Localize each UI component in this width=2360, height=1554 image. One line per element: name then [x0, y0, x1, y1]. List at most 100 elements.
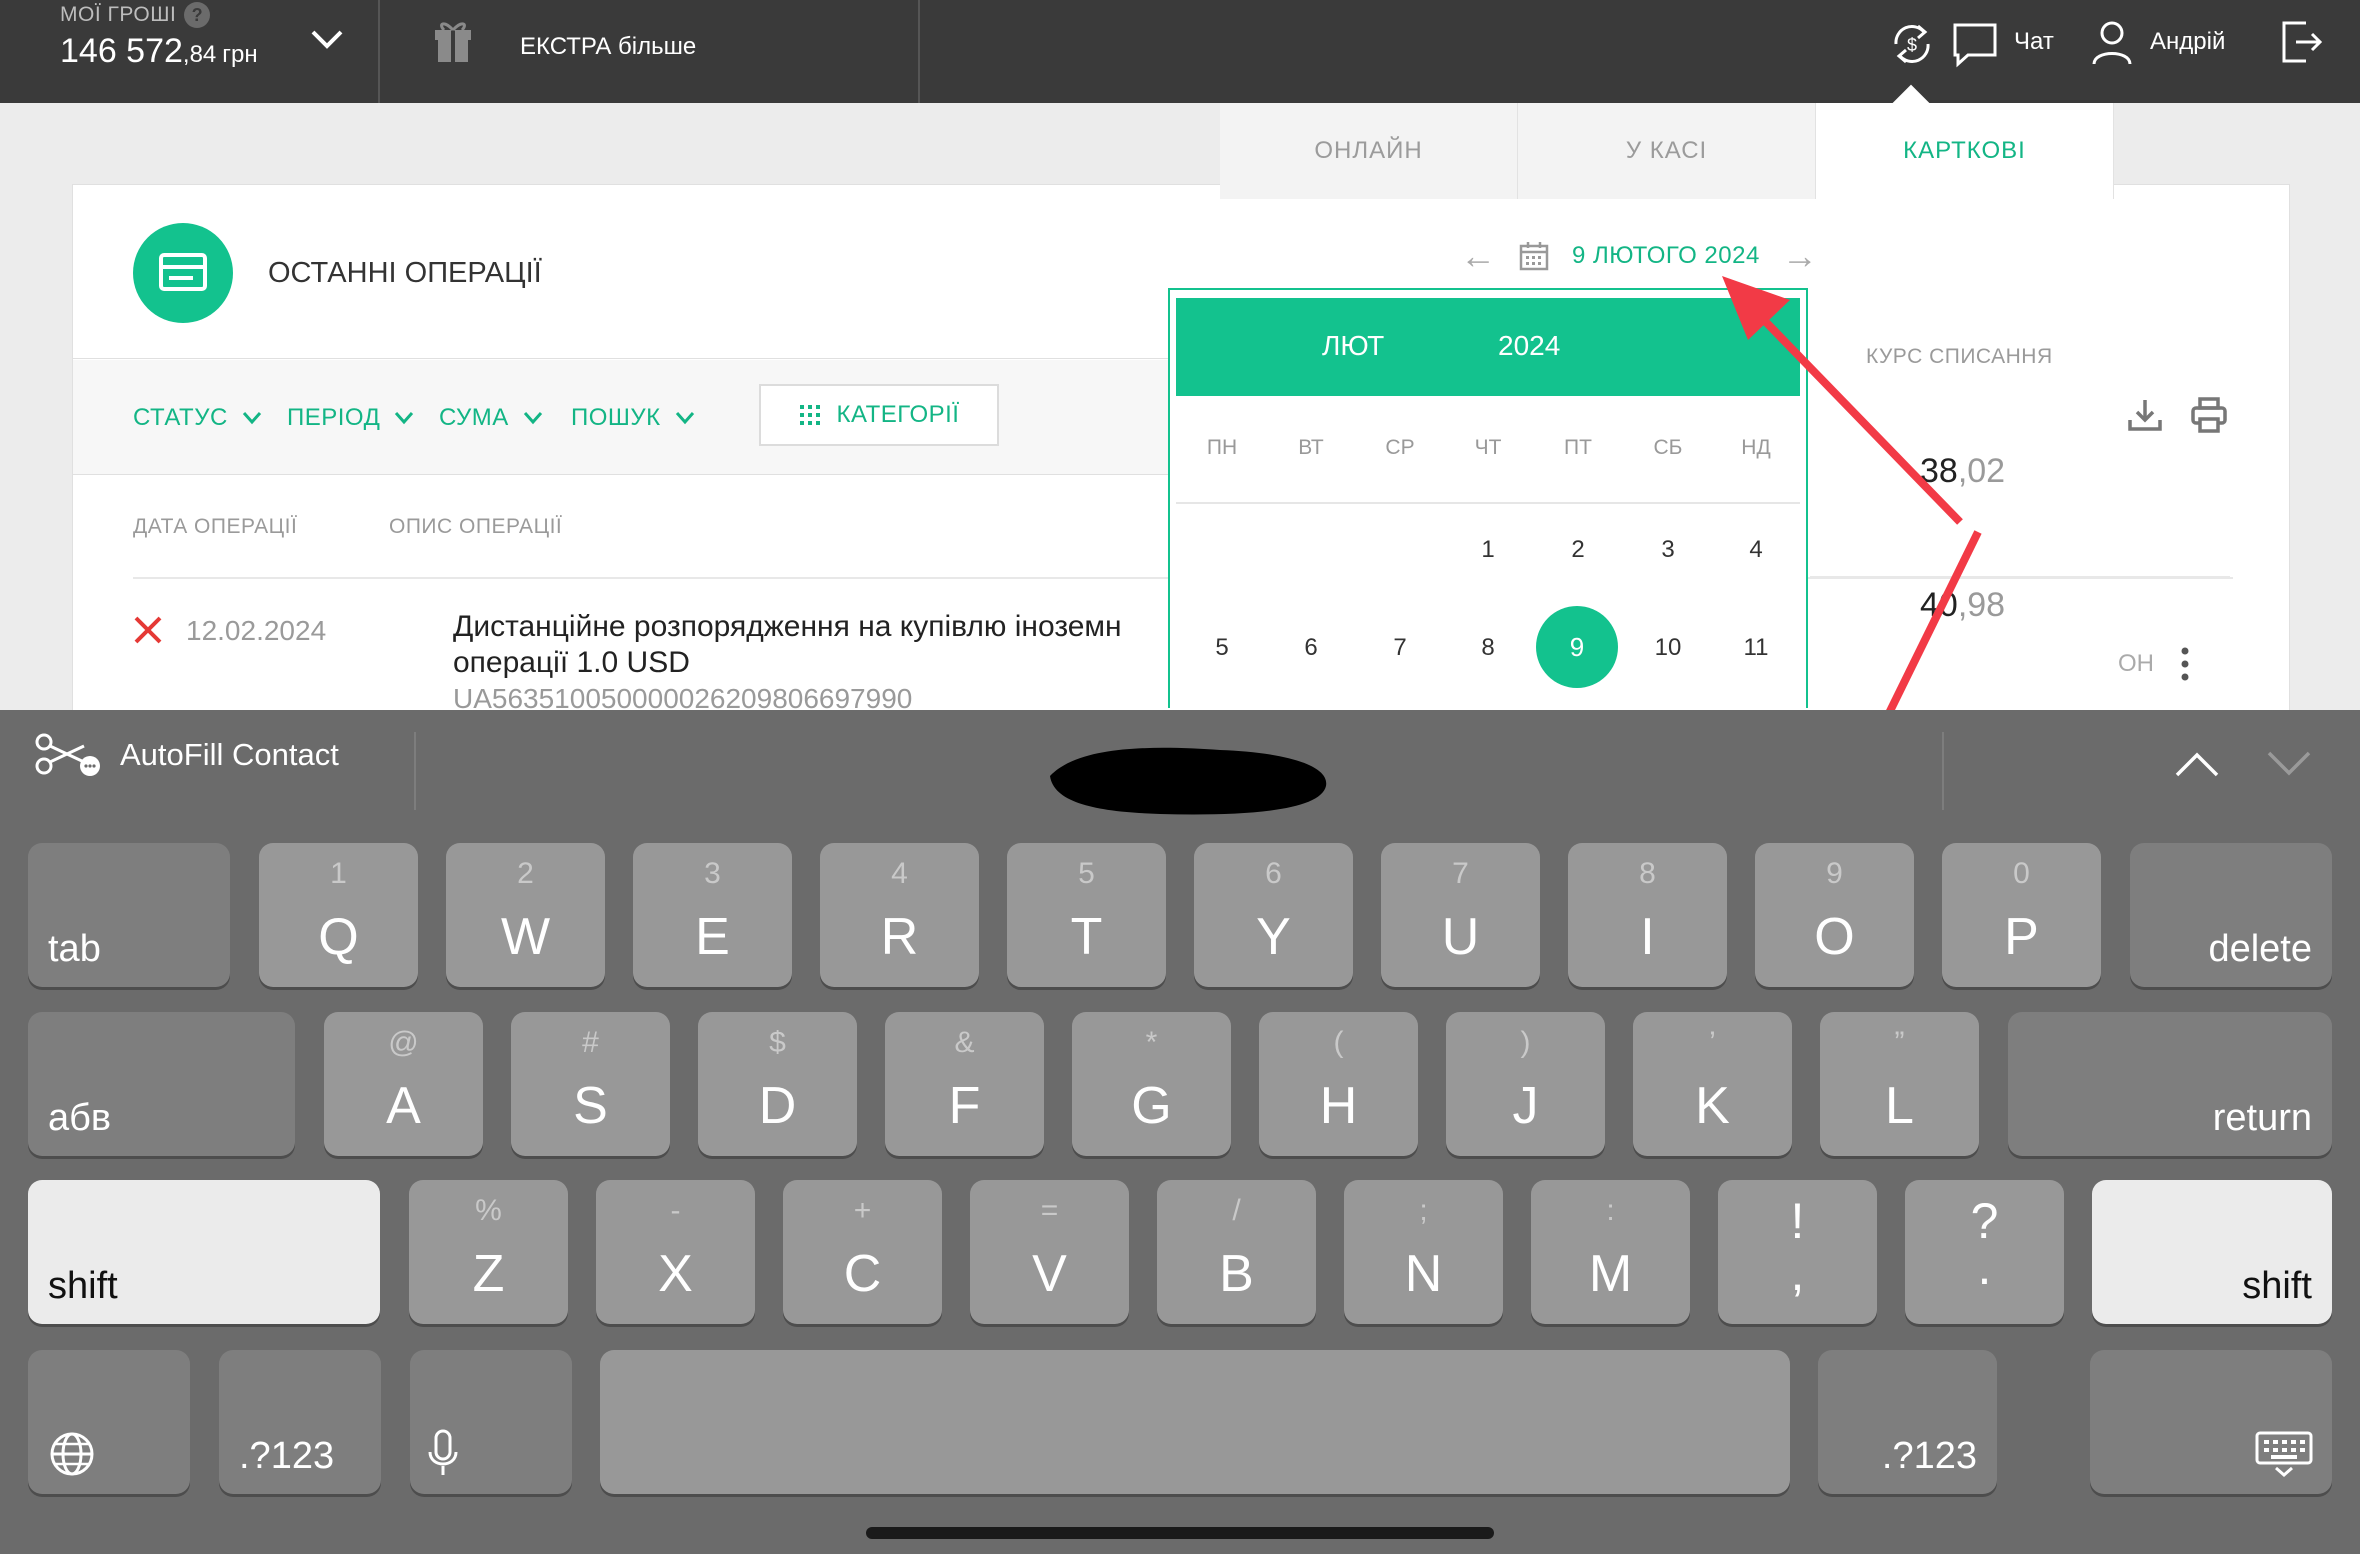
chevron-up-icon[interactable]: [2174, 750, 2220, 778]
year-selector[interactable]: 2024: [1498, 330, 1560, 362]
chat-label[interactable]: Чат: [2014, 28, 2054, 56]
tab-online[interactable]: ОНЛАЙН: [1220, 103, 1518, 199]
calendar-day[interactable]: 5: [1192, 634, 1252, 662]
next-date-button[interactable]: →: [1782, 235, 1818, 277]
filter-period[interactable]: ПЕРІОД: [287, 404, 414, 432]
key-m[interactable]: :M: [1531, 1180, 1690, 1324]
key-p[interactable]: 0P: [1942, 843, 2101, 987]
key-f[interactable]: & F: [885, 1012, 1044, 1156]
shift-key-right[interactable]: shift: [2092, 1180, 2332, 1324]
numbers-key-left[interactable]: .?123: [219, 1350, 381, 1494]
delete-key[interactable]: delete: [2130, 843, 2332, 987]
download-icon[interactable]: [2126, 396, 2164, 434]
categories-button[interactable]: КАТЕГОРІЇ: [759, 384, 999, 446]
calendar-icon[interactable]: [1518, 240, 1550, 272]
key-z[interactable]: % Z: [409, 1180, 568, 1324]
logout-icon[interactable]: [2280, 20, 2324, 64]
filter-search[interactable]: ПОШУК: [571, 404, 695, 432]
weekday-label: ПН: [1206, 436, 1238, 459]
key-alt: ): [1520, 1026, 1531, 1059]
key-x[interactable]: -X: [596, 1180, 755, 1324]
key-i[interactable]: 8I: [1568, 843, 1727, 987]
calendar-day[interactable]: 7: [1370, 634, 1430, 662]
key-a[interactable]: @ A: [324, 1012, 483, 1156]
filter-amount[interactable]: СУМА: [439, 404, 543, 432]
key-l[interactable]: ” L: [1820, 1012, 1979, 1156]
user-icon[interactable]: [2092, 20, 2132, 66]
currency-exchange-icon[interactable]: $: [1888, 18, 1936, 70]
space-key[interactable]: [600, 1350, 1790, 1494]
key-g[interactable]: * G: [1072, 1012, 1231, 1156]
calendar-day[interactable]: 4: [1726, 536, 1786, 564]
calendar-day[interactable]: 10: [1638, 634, 1698, 662]
key-k[interactable]: ’ K: [1633, 1012, 1792, 1156]
autofill-contact-button[interactable]: AutoFill Contact: [34, 732, 339, 778]
key-label: L: [1885, 1077, 1914, 1135]
key-label: R: [880, 908, 919, 966]
key-alt: -: [670, 1194, 681, 1227]
calendar-day[interactable]: 6: [1281, 634, 1341, 662]
key-j[interactable]: ) J: [1446, 1012, 1605, 1156]
key-c[interactable]: + C: [783, 1180, 942, 1324]
calendar-day[interactable]: 2: [1548, 536, 1608, 564]
key-alt: 7: [1452, 857, 1469, 890]
key-y[interactable]: 6Y: [1194, 843, 1353, 987]
dictation-key[interactable]: [410, 1350, 572, 1494]
language-key[interactable]: абв: [28, 1012, 295, 1156]
key-d[interactable]: $ D: [698, 1012, 857, 1156]
more-options-icon[interactable]: [2180, 646, 2190, 682]
key-alt: @: [388, 1026, 419, 1059]
calendar-day[interactable]: 1: [1458, 536, 1518, 564]
operations-header: ОСТАННІ ОПЕРАЦІЇ: [73, 185, 1221, 359]
return-key[interactable]: return: [2008, 1012, 2332, 1156]
chevron-down-icon: [395, 412, 414, 425]
key-o[interactable]: 9O: [1755, 843, 1914, 987]
key-s[interactable]: # S: [511, 1012, 670, 1156]
key-b[interactable]: / B: [1157, 1180, 1316, 1324]
key-label: B: [1219, 1245, 1254, 1303]
key-e[interactable]: 3E: [633, 843, 792, 987]
tab-cashier[interactable]: У КАСІ: [1518, 103, 1816, 199]
extra-link[interactable]: ЕКСТРА більше: [520, 33, 696, 61]
key-h[interactable]: (H: [1259, 1012, 1418, 1156]
key-exclamation-comma[interactable]: ! ,: [1718, 1180, 1877, 1324]
calendar-day[interactable]: 11: [1726, 634, 1786, 662]
globe-key[interactable]: [28, 1350, 190, 1494]
prev-date-button[interactable]: ←: [1460, 235, 1496, 277]
selected-date[interactable]: 9 ЛЮТОГО 2024: [1572, 242, 1760, 270]
user-name[interactable]: Андрій: [2150, 28, 2225, 56]
weekday-label: ВТ: [1298, 436, 1324, 459]
hide-keyboard-key[interactable]: [2090, 1350, 2332, 1494]
key-t[interactable]: 5T: [1007, 843, 1166, 987]
weekday-label: СР: [1385, 436, 1415, 459]
key-question-period[interactable]: ? .: [1905, 1180, 2064, 1324]
balance-widget[interactable]: МОЇ ГРОШІ ? 146 572,84 грн: [60, 0, 258, 71]
shift-key-left[interactable]: shift: [28, 1180, 380, 1324]
tab-key[interactable]: tab: [28, 843, 230, 987]
key-n[interactable]: ; N: [1344, 1180, 1503, 1324]
month-selector[interactable]: ЛЮТ: [1322, 330, 1384, 362]
chevron-down-icon[interactable]: [310, 28, 344, 50]
chat-icon[interactable]: [1952, 22, 1998, 68]
key-label: tab: [48, 928, 101, 970]
key-r[interactable]: 4R: [820, 843, 979, 987]
numbers-key-right[interactable]: .?123: [1818, 1350, 1997, 1494]
chevron-down-icon: [242, 412, 261, 425]
filter-status[interactable]: СТАТУС: [133, 404, 262, 432]
key-w[interactable]: 2W: [446, 843, 605, 987]
key-v[interactable]: = V: [970, 1180, 1129, 1324]
key-label: delete: [2208, 928, 2312, 970]
calendar-day-selected[interactable]: 9: [1536, 606, 1618, 688]
key-label: Q: [318, 908, 359, 966]
help-icon[interactable]: ?: [184, 2, 211, 28]
print-icon[interactable]: [2190, 396, 2228, 434]
chevron-down-icon[interactable]: [2266, 750, 2312, 778]
operation-description[interactable]: Дистанційне розпорядження на купівлю іно…: [453, 609, 1233, 681]
tab-card[interactable]: КАРТКОВІ: [1816, 103, 2114, 199]
calendar-day[interactable]: 8: [1458, 634, 1518, 662]
key-q[interactable]: 1Q: [259, 843, 418, 987]
divider: [1942, 732, 1944, 810]
key-label: M: [1588, 1245, 1633, 1303]
calendar-day[interactable]: 3: [1638, 536, 1698, 564]
key-u[interactable]: 7U: [1381, 843, 1540, 987]
